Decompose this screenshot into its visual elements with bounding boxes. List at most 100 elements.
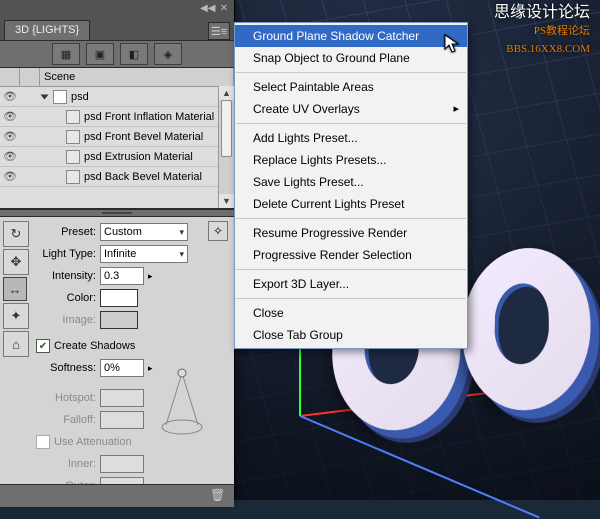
scene-row-material[interactable]: 👁 psd Front Bevel Material [0,127,234,147]
falloff-input [100,411,144,429]
material-icon [66,170,80,184]
light-type-label: Light Type: [36,248,96,260]
light-point-tool[interactable]: ✦ [3,303,29,329]
intensity-input[interactable] [100,267,144,285]
filter-light-button[interactable]: ◈ [154,43,182,65]
menu-item[interactable]: Resume Progressive Render [235,222,467,244]
scene-row-material[interactable]: 👁 psd Extrusion Material [0,147,234,167]
create-shadows-checkbox[interactable]: ✔ [36,339,50,353]
filter-toolbar: ▦ ▣ ◧ ◈ [0,41,234,68]
watermark-line: 思缘设计论坛 [494,4,590,22]
inner-input [100,455,144,473]
light-tool-column: ↻ ✥ ↔ ✦ ⌂ [3,221,29,359]
softness-input[interactable] [100,359,144,377]
slider-arrow-icon[interactable]: ▸ [148,363,153,374]
scene-header-col [20,68,40,86]
chevron-down-icon: ▾ [179,227,184,238]
chevron-down-icon: ▾ [179,249,184,260]
close-icon[interactable]: ✕ [218,4,230,14]
light-rotate-tool[interactable]: ↻ [3,221,29,247]
color-label: Color: [36,292,96,304]
light-slide-tool[interactable]: ↔ [3,277,27,301]
scene-header: Scene [0,68,234,87]
use-attenuation-label: Use Attenuation [54,436,132,448]
light-type-value: Infinite [104,248,136,260]
scroll-thumb[interactable] [221,100,232,157]
menu-item[interactable]: Add Lights Preset... [235,127,467,149]
menu-item[interactable]: Select Paintable Areas [235,76,467,98]
menu-item[interactable]: Save Lights Preset... [235,171,467,193]
menu-item[interactable]: Close [235,302,467,324]
intensity-label: Intensity: [36,270,96,282]
3d-panel: ◀◀ ✕ 3D {LIGHTS} ☰≡ ▦ ▣ ◧ ◈ Scene 👁 psd … [0,0,235,500]
scene-item-label: psd Front Bevel Material [84,131,203,143]
scroll-down-icon[interactable]: ▼ [219,194,234,208]
filter-material-button[interactable]: ◧ [120,43,148,65]
light-properties: ✧ ↻ ✥ ↔ ✦ ⌂ Preset: Custom▾ Light Type: … [0,217,234,507]
light-cone-diagram [158,367,206,437]
panel-tab-row: 3D {LIGHTS} ☰≡ [0,18,234,41]
menu-item[interactable]: Snap Object to Ground Plane [235,47,467,69]
panel-tab-3d-lights[interactable]: 3D {LIGHTS} [4,20,90,40]
panel-divider[interactable] [0,209,234,217]
light-home-tool[interactable]: ⌂ [3,331,29,357]
watermark: 思缘设计论坛 PS教程论坛 BBS.16XX8.COM [494,4,590,58]
disclosure-icon[interactable] [41,94,49,99]
material-icon [66,150,80,164]
menu-item[interactable]: Close Tab Group [235,324,467,346]
scene-tree[interactable]: Scene 👁 psd 👁 psd Front Inflation Materi… [0,68,234,209]
menu-item[interactable]: Delete Current Lights Preset [235,193,467,215]
panel-footer: 🗑 [0,484,234,507]
preset-label: Preset: [36,226,96,238]
hotspot-input [100,389,144,407]
visibility-icon[interactable]: 👁 [0,90,20,103]
scene-row-root[interactable]: 👁 psd [0,87,234,107]
panel-flyout-button[interactable]: ☰≡ [208,22,230,40]
scroll-up-icon[interactable]: ▲ [219,86,234,100]
scene-scrollbar[interactable]: ▲ ▼ [218,86,234,208]
visibility-icon[interactable]: 👁 [0,130,20,143]
menu-item[interactable]: Create UV Overlays [235,98,467,120]
inner-label: Inner: [36,458,96,470]
panel-collapse-bar[interactable]: ◀◀ ✕ [0,0,234,18]
create-shadows-label: Create Shadows [54,340,135,352]
filter-mesh-button[interactable]: ▣ [86,43,114,65]
scene-row-material[interactable]: 👁 psd Front Inflation Material [0,107,234,127]
watermark-line: BBS.16XX8.COM [494,40,590,58]
scene-item-label: psd Front Inflation Material [84,111,214,123]
falloff-label: Falloff: [36,414,96,426]
visibility-icon[interactable]: 👁 [0,110,20,123]
trash-icon[interactable]: 🗑 [210,488,226,504]
scene-item-label: psd [71,91,89,103]
mesh-letter [459,243,594,412]
softness-label: Softness: [36,362,96,374]
new-light-button[interactable]: ✧ [208,221,228,241]
material-icon [66,110,80,124]
preset-select[interactable]: Custom ▾ [100,223,188,241]
watermark-line: PS教程论坛 [494,22,590,40]
mesh-icon [53,90,67,104]
light-pan-tool[interactable]: ✥ [3,249,29,275]
slider-arrow-icon[interactable]: ▸ [148,271,153,282]
image-label: Image: [36,314,96,326]
scene-item-label: psd Extrusion Material [84,151,193,163]
scene-row-material[interactable]: 👁 psd Back Bevel Material [0,167,234,187]
material-icon [66,130,80,144]
menu-item[interactable]: Progressive Render Selection [235,244,467,266]
collapse-icon[interactable]: ◀◀ [200,4,212,14]
use-attenuation-checkbox [36,435,50,449]
preset-value: Custom [104,226,142,238]
axis-z [300,415,540,518]
scene-item-label: psd Back Bevel Material [84,171,202,183]
filter-scene-button[interactable]: ▦ [52,43,80,65]
image-swatch [100,311,138,329]
visibility-icon[interactable]: 👁 [0,170,20,183]
visibility-icon[interactable]: 👁 [0,150,20,163]
menu-item[interactable]: Ground Plane Shadow Catcher [235,25,467,47]
panel-flyout-menu[interactable]: Ground Plane Shadow CatcherSnap Object t… [234,22,468,349]
hotspot-label: Hotspot: [36,392,96,404]
color-swatch[interactable] [100,289,138,307]
menu-item[interactable]: Export 3D Layer... [235,273,467,295]
menu-item[interactable]: Replace Lights Presets... [235,149,467,171]
light-type-select[interactable]: Infinite ▾ [100,245,188,263]
